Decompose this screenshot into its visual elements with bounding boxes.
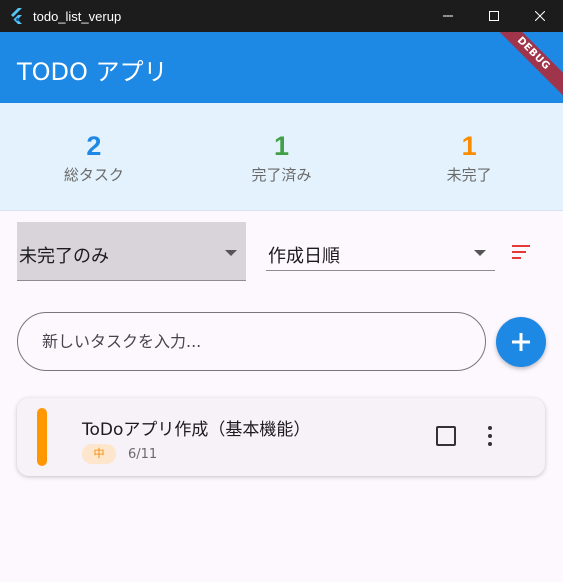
more-vert-icon [488, 442, 492, 446]
minimize-button[interactable] [425, 0, 471, 32]
stat-total: 2 総タスク [0, 103, 188, 210]
maximize-button[interactable] [471, 0, 517, 32]
sort-dropdown[interactable]: 作成日順 [266, 232, 495, 271]
close-icon [535, 11, 545, 21]
more-vert-icon [488, 426, 492, 430]
close-window-button[interactable] [517, 0, 563, 32]
task-due-date: 6/11 [128, 447, 158, 462]
stat-completed-label: 完了済み [251, 166, 312, 184]
dropdown-arrow-icon [225, 250, 237, 256]
stat-completed-value: 1 [273, 131, 290, 161]
task-title: ToDoアプリ作成（基本機能） [82, 420, 311, 440]
debug-banner: DEBUG [484, 32, 563, 103]
window-title: todo_list_verup [33, 8, 122, 24]
stats-panel: 2 総タスク 1 完了済み 1 未完了 [0, 103, 563, 211]
task-card[interactable]: ToDoアプリ作成（基本機能） 中 6/11 [17, 398, 545, 476]
task-more-button[interactable] [479, 424, 501, 448]
app-title: TODO アプリ [17, 58, 168, 86]
filter-selected-value: 未完了のみ [19, 246, 109, 267]
stat-incomplete-value: 1 [461, 131, 477, 161]
flutter-logo-icon [11, 8, 22, 24]
add-task-button[interactable] [496, 317, 546, 367]
stat-completed: 1 完了済み [188, 103, 376, 210]
window-controls [425, 0, 563, 32]
stat-incomplete-label: 未完了 [446, 166, 492, 184]
plus-icon [512, 333, 530, 351]
more-vert-icon [488, 434, 492, 438]
stat-incomplete: 1 未完了 [375, 103, 563, 210]
priority-indicator-bar [37, 408, 47, 466]
priority-badge: 中 [82, 444, 116, 464]
stat-total-label: 総タスク [63, 166, 124, 184]
sort-icon[interactable] [508, 242, 532, 262]
task-complete-checkbox[interactable] [436, 426, 456, 446]
stat-total-value: 2 [86, 131, 102, 161]
minimize-icon [443, 15, 453, 17]
window-titlebar: todo_list_verup [0, 0, 563, 32]
filter-dropdown[interactable]: 未完了のみ [17, 222, 246, 281]
maximize-icon [489, 11, 499, 21]
dropdown-arrow-icon [474, 250, 486, 256]
new-task-input[interactable] [17, 312, 486, 371]
sort-selected-value: 作成日順 [268, 246, 340, 267]
app-bar: TODO アプリ DEBUG [0, 32, 563, 103]
